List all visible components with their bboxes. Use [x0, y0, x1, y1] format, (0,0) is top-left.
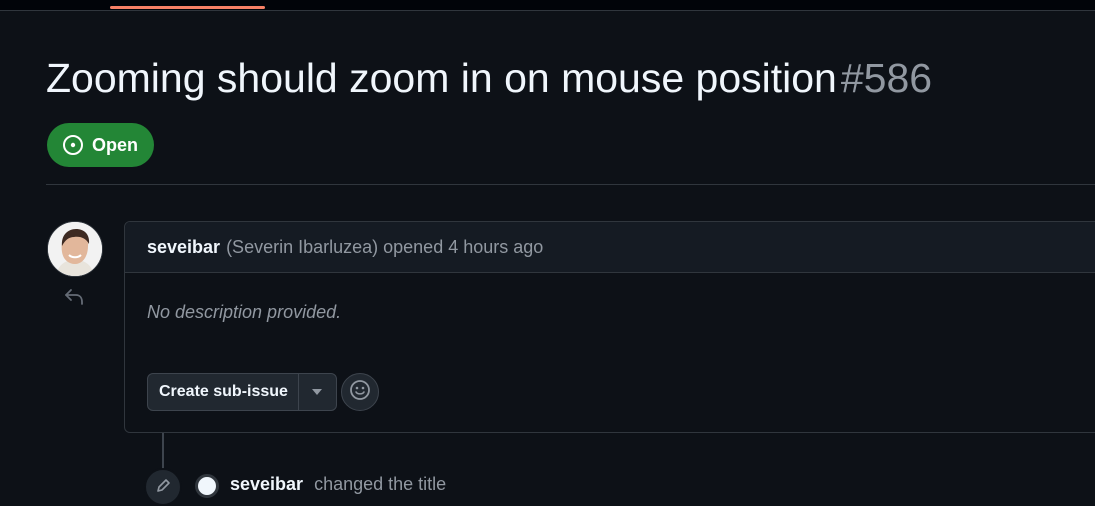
smiley-icon [349, 379, 371, 406]
create-subissue-label: Create sub-issue [159, 383, 288, 400]
author-fullname: (Severin Ibarluzea) [226, 236, 379, 257]
header-divider [46, 184, 1095, 185]
comment-header: seveibar (Severin Ibarluzea) opened 4 ho… [125, 222, 1095, 273]
subissue-dropdown-button[interactable] [297, 374, 336, 410]
add-reaction-button[interactable] [341, 373, 379, 411]
comment-body: No description provided. [147, 302, 342, 322]
issue-state-label: Open [92, 134, 139, 155]
author-login[interactable]: seveibar [147, 237, 220, 258]
opened-text: opened [383, 236, 444, 257]
issue-opened-icon [62, 134, 84, 156]
create-subissue-button-group: Create sub-issue [147, 373, 337, 411]
top-tab-strip [0, 0, 1095, 11]
reply-icon[interactable] [63, 287, 85, 307]
active-tab-underline [110, 6, 265, 9]
avatar[interactable] [47, 221, 103, 277]
timeline-event-text: seveibar changed the title [230, 474, 446, 495]
timeline-event-badge [144, 468, 182, 506]
event-avatar[interactable] [195, 474, 219, 498]
comment-box: seveibar (Severin Ibarluzea) opened 4 ho… [124, 221, 1095, 433]
create-subissue-button[interactable]: Create sub-issue [148, 374, 298, 410]
issue-number: #586 [840, 55, 933, 101]
triangle-down-icon [311, 383, 323, 401]
event-actor[interactable]: seveibar [230, 474, 303, 494]
issue-title: Zooming should zoom in on mouse position… [46, 52, 932, 104]
comment-timestamp[interactable]: 4 hours ago [448, 237, 543, 258]
issue-title-text: Zooming should zoom in on mouse position [46, 55, 837, 101]
issue-state-badge: Open [47, 123, 155, 167]
event-description: changed the title [314, 474, 447, 494]
